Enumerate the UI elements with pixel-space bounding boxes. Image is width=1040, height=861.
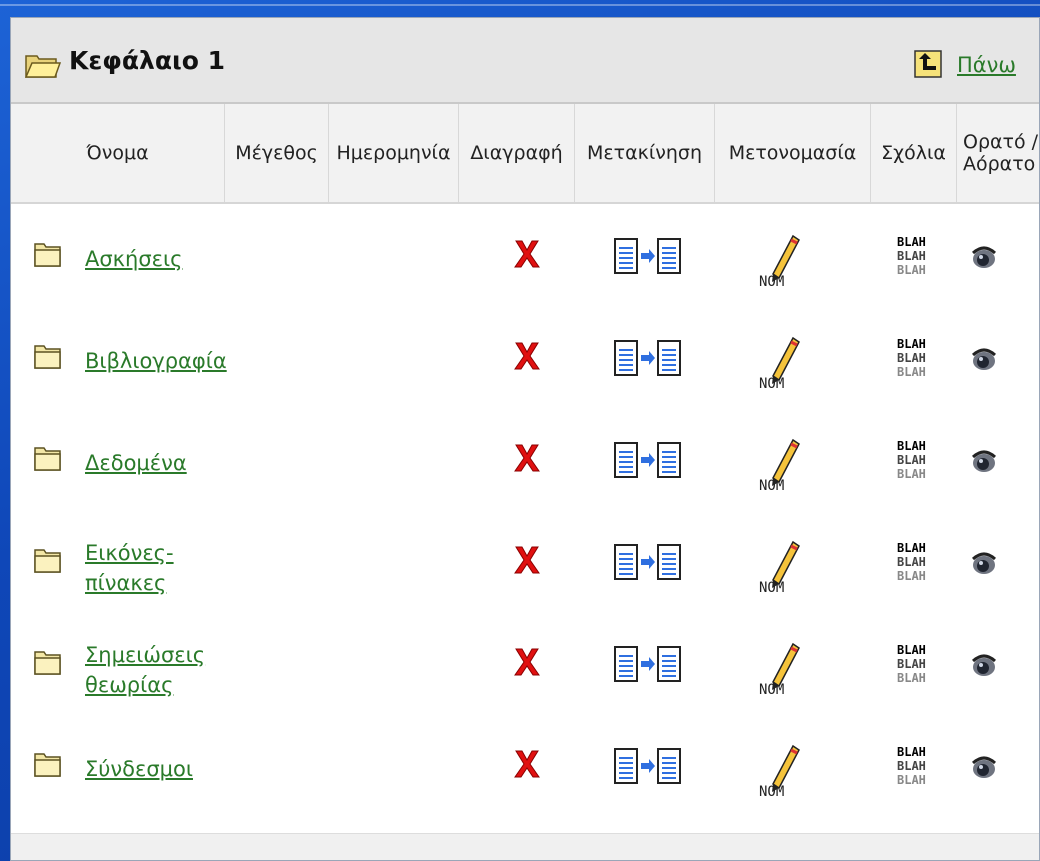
column-visibility: Ορατό / Αόρατο <box>957 104 1039 202</box>
column-date[interactable]: Ημερομηνία <box>329 104 459 202</box>
folder-icon[interactable] <box>33 240 63 272</box>
open-folder-icon <box>24 51 62 83</box>
visibility-eye-icon[interactable] <box>970 652 998 682</box>
folder-name-link[interactable]: Σημειώσεις θεωρίας <box>85 640 205 700</box>
rename-pencil-icon[interactable]: NOM <box>759 638 803 702</box>
rename-pencil-icon[interactable]: NOM <box>759 740 803 804</box>
up-link[interactable]: Πάνω <box>957 53 1016 77</box>
move-document-icon[interactable] <box>613 542 683 588</box>
delete-x-icon[interactable] <box>513 238 541 274</box>
delete-x-icon[interactable] <box>513 340 541 376</box>
folder-icon[interactable] <box>33 444 63 476</box>
column-name[interactable]: Όνομα <box>11 104 225 202</box>
visibility-eye-icon[interactable] <box>970 346 998 376</box>
visibility-eye-icon[interactable] <box>970 448 998 478</box>
comment-icon-line2: BLAH <box>897 351 926 365</box>
visibility-eye-icon[interactable] <box>970 244 998 274</box>
comment-icon-line3: BLAH <box>897 671 926 685</box>
move-document-icon[interactable] <box>613 440 683 486</box>
delete-x-icon[interactable] <box>513 544 541 580</box>
comments-blah-icon[interactable]: BLAH BLAH BLAH <box>895 640 931 700</box>
list-item: Δεδομένα NOM BLAH BLAH BLAH <box>11 410 1039 512</box>
folder-title: Κεφάλαιο 1 <box>69 46 226 75</box>
comment-icon-line1: BLAH <box>897 745 926 759</box>
comment-icon-line3: BLAH <box>897 467 926 481</box>
column-visibility-line1: Ορατό / <box>963 131 1039 153</box>
comment-icon-line1: BLAH <box>897 439 926 453</box>
folder-name-link[interactable]: Εικόνες- πίνακες <box>85 538 174 598</box>
move-document-icon[interactable] <box>613 746 683 792</box>
column-delete: Διαγραφή <box>459 104 575 202</box>
list-item: Ασκήσεις NOM BLAH BLAH BLAH <box>11 206 1039 308</box>
column-comments: Σχόλια <box>871 104 957 202</box>
comments-blah-icon[interactable]: BLAH BLAH BLAH <box>895 334 931 394</box>
folder-name-link[interactable]: Σύνδεσμοι <box>85 754 193 784</box>
comments-blah-icon[interactable]: BLAH BLAH BLAH <box>895 436 931 496</box>
slide-decor-line <box>0 4 1040 6</box>
folder-icon[interactable] <box>33 750 63 782</box>
folder-icon[interactable] <box>33 342 63 374</box>
comment-icon-line3: BLAH <box>897 773 926 787</box>
comment-icon-line1: BLAH <box>897 643 926 657</box>
file-browser-panel: Κεφάλαιο 1 Πάνω Όνομα Μέγεθος Ημερομηνία… <box>10 17 1040 861</box>
list-item: Σύνδεσμοι NOM BLAH BLAH BLAH <box>11 716 1039 818</box>
visibility-eye-icon[interactable] <box>970 550 998 580</box>
folder-name-link[interactable]: Βιβλιογραφία <box>85 346 227 376</box>
rename-pencil-icon[interactable]: NOM <box>759 536 803 600</box>
move-document-icon[interactable] <box>613 338 683 384</box>
comment-icon-line1: BLAH <box>897 541 926 555</box>
folder-header: Κεφάλαιο 1 Πάνω <box>11 18 1039 104</box>
column-move: Μετακίνηση <box>575 104 715 202</box>
comment-icon-line2: BLAH <box>897 657 926 671</box>
column-headers: Όνομα Μέγεθος Ημερομηνία Διαγραφή Μετακί… <box>11 104 1039 204</box>
rename-pencil-icon[interactable]: NOM <box>759 230 803 294</box>
comment-icon-line1: BLAH <box>897 235 926 249</box>
delete-x-icon[interactable] <box>513 646 541 682</box>
folder-name-link[interactable]: Ασκήσεις <box>85 244 182 274</box>
delete-x-icon[interactable] <box>513 748 541 784</box>
column-size[interactable]: Μέγεθος <box>225 104 329 202</box>
visibility-eye-icon[interactable] <box>970 754 998 784</box>
table-footer <box>11 833 1039 860</box>
delete-x-icon[interactable] <box>513 442 541 478</box>
rename-pencil-icon[interactable]: NOM <box>759 332 803 396</box>
comment-icon-line3: BLAH <box>897 365 926 379</box>
list-item: Βιβλιογραφία NOM BLAH BLAH BLAH <box>11 308 1039 410</box>
move-document-icon[interactable] <box>613 236 683 282</box>
comment-icon-line1: BLAH <box>897 337 926 351</box>
comment-icon-line2: BLAH <box>897 249 926 263</box>
comment-icon-line2: BLAH <box>897 759 926 773</box>
comments-blah-icon[interactable]: BLAH BLAH BLAH <box>895 538 931 598</box>
column-rename: Μετονομασία <box>715 104 871 202</box>
folder-icon[interactable] <box>33 648 63 680</box>
comment-icon-line2: BLAH <box>897 453 926 467</box>
column-visibility-line2: Αόρατο <box>963 153 1036 175</box>
list-item: Σημειώσεις θεωρίας NOM BLAH BLAH BLAH <box>11 614 1039 716</box>
comment-icon-line2: BLAH <box>897 555 926 569</box>
folder-icon[interactable] <box>33 546 63 578</box>
comments-blah-icon[interactable]: BLAH BLAH BLAH <box>895 232 931 292</box>
comment-icon-line3: BLAH <box>897 263 926 277</box>
rename-pencil-icon[interactable]: NOM <box>759 434 803 498</box>
move-document-icon[interactable] <box>613 644 683 690</box>
folder-name-link[interactable]: Δεδομένα <box>85 448 187 478</box>
folder-up-icon[interactable] <box>914 50 942 82</box>
comments-blah-icon[interactable]: BLAH BLAH BLAH <box>895 742 931 802</box>
list-item: Εικόνες- πίνακες NOM BLAH BLAH BLAH <box>11 512 1039 614</box>
comment-icon-line3: BLAH <box>897 569 926 583</box>
